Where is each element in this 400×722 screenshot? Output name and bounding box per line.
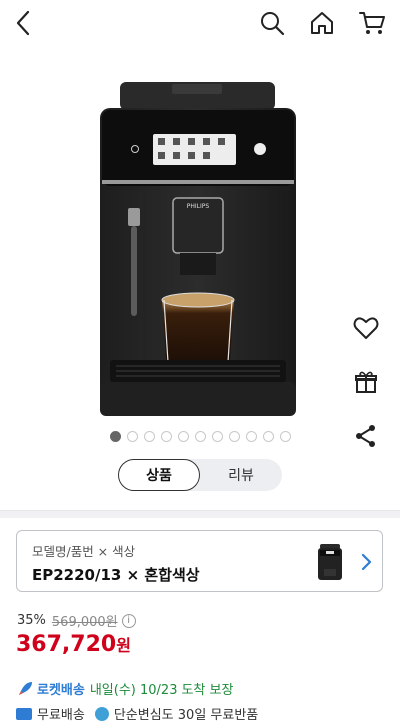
truck-icon [16, 707, 32, 720]
return-icon [94, 706, 109, 721]
tab-product[interactable]: 상품 [118, 459, 200, 491]
search-button[interactable] [255, 6, 289, 40]
svg-text:PHILIPS: PHILIPS [187, 203, 210, 210]
heart-icon [353, 317, 379, 339]
carousel-dot[interactable] [279, 431, 291, 442]
cart-button[interactable] [355, 6, 389, 40]
product-review-tabs: 상품 리뷰 [118, 459, 282, 491]
rocket-delivery-label: 로켓배송 [37, 683, 85, 698]
side-actions [348, 310, 384, 472]
back-button[interactable] [6, 6, 40, 40]
gift-icon [355, 371, 377, 393]
option-value: EP2220/13 × 혼합색상 [32, 566, 200, 584]
option-thumbnail [318, 544, 342, 580]
free-shipping-text: 무료배송 [37, 708, 85, 722]
wishlist-button[interactable] [348, 310, 384, 346]
final-price-value: 367,720 [16, 632, 117, 657]
top-bar [0, 0, 400, 46]
rocket-icon [19, 681, 32, 695]
option-label: 모델명/품번 × 색상 [32, 544, 136, 559]
search-icon [261, 12, 285, 36]
carousel-indicator [0, 431, 400, 442]
discount-rate: 35% [17, 613, 46, 628]
cart-icon [359, 12, 385, 34]
price-info-icon[interactable]: i [121, 613, 136, 628]
carousel-dot[interactable] [262, 431, 274, 442]
original-price: 569,000원 [51, 615, 118, 630]
carousel-dot[interactable] [177, 431, 189, 442]
final-price: 367,720원 [16, 632, 131, 657]
free-return-text: 단순변심도 30일 무료반품 [113, 708, 259, 722]
home-button[interactable] [305, 6, 339, 40]
delivery-info: 로켓배송 내일(수) 10/23 도착 보장 [16, 679, 233, 698]
carousel-dot[interactable] [211, 431, 223, 442]
carousel-dot[interactable] [109, 431, 121, 442]
home-icon [311, 12, 333, 34]
price-row: 35% 569,000원 i [17, 611, 136, 630]
delivery-date: 내일(수) 10/23 [89, 683, 178, 698]
tab-review[interactable]: 리뷰 [200, 459, 282, 491]
chevron-right-icon [361, 553, 372, 571]
chevron-left-icon [16, 10, 30, 36]
final-price-unit: 원 [116, 636, 131, 655]
option-selector[interactable]: 모델명/품번 × 색상 EP2220/13 × 혼합색상 [16, 530, 383, 592]
product-image: PHILIPS [80, 60, 320, 425]
section-divider [0, 510, 400, 518]
carousel-dot[interactable] [143, 431, 155, 442]
carousel-dot[interactable] [245, 431, 257, 442]
carousel-dot[interactable] [194, 431, 206, 442]
carousel-dot[interactable] [126, 431, 138, 442]
carousel-dot[interactable] [160, 431, 172, 442]
delivery-guarantee: 도착 보장 [181, 683, 234, 698]
coffee-machine-image: PHILIPS [100, 82, 296, 416]
shipping-info: 무료배송 단순변심도 30일 무료반품 [16, 704, 258, 722]
carousel-dot[interactable] [228, 431, 240, 442]
gift-button[interactable] [348, 364, 384, 400]
